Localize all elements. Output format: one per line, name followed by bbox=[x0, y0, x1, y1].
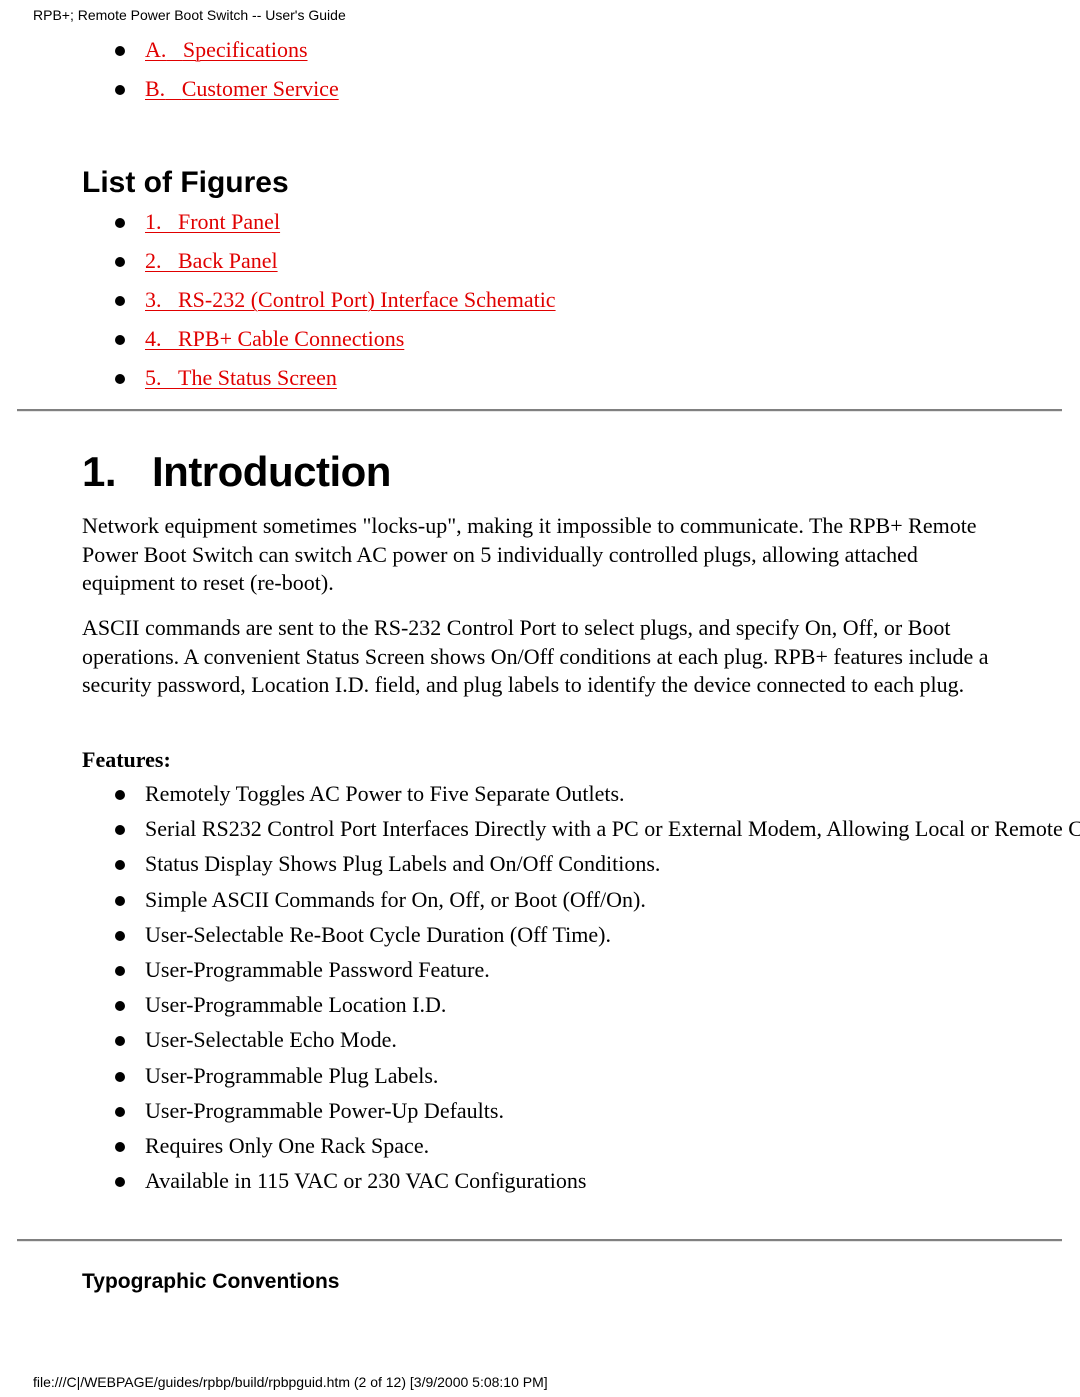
bullet-icon bbox=[115, 825, 125, 836]
link-figure-cable-connections[interactable]: 4. RPB+ Cable Connections bbox=[145, 326, 404, 351]
chapter-title-text: Introduction bbox=[152, 448, 391, 495]
bullet-icon bbox=[115, 895, 125, 906]
link-figure-status-screen[interactable]: 5. The Status Screen bbox=[145, 365, 337, 390]
bullet-icon bbox=[115, 85, 125, 95]
link-specifications[interactable]: A. Specifications bbox=[145, 37, 308, 62]
list-of-figures-heading: List of Figures bbox=[82, 166, 289, 199]
feature-item: User-Programmable Password Feature. bbox=[115, 956, 945, 984]
bullet-icon bbox=[115, 860, 125, 871]
link-figure-front-panel[interactable]: 1. Front Panel bbox=[145, 209, 280, 234]
bullet-icon bbox=[115, 930, 125, 941]
intro-paragraph: Network equipment sometimes "locks-up", … bbox=[82, 513, 977, 595]
feature-text: Available in 115 VAC or 230 VAC Configur… bbox=[145, 1168, 587, 1194]
link-number: 4. bbox=[145, 326, 162, 351]
feature-text: User-Programmable Power-Up Defaults. bbox=[145, 1097, 504, 1123]
appendix-links: A. Specifications B. Customer Service bbox=[115, 36, 339, 114]
link-figure-back-panel[interactable]: 2. Back Panel bbox=[145, 248, 278, 273]
link-number: 3. bbox=[145, 287, 162, 312]
horizontal-divider bbox=[17, 409, 1062, 412]
feature-item: Remotely Toggles AC Power to Five Separa… bbox=[115, 780, 945, 808]
bullet-icon bbox=[115, 1141, 125, 1152]
feature-text: User-Programmable Password Feature. bbox=[145, 956, 490, 982]
feature-item: Serial RS232 Control Port Interfaces Dir… bbox=[115, 815, 1080, 843]
horizontal-divider bbox=[17, 1239, 1062, 1242]
bullet-icon bbox=[115, 1177, 125, 1188]
link-label: RS-232 (Control Port) Interface Schemati… bbox=[178, 287, 556, 312]
bullet-icon bbox=[115, 335, 125, 345]
feature-item: Available in 115 VAC or 230 VAC Configur… bbox=[115, 1167, 945, 1195]
link-number: 5. bbox=[145, 365, 162, 390]
bullet-icon bbox=[115, 1106, 125, 1117]
bullet-icon bbox=[115, 46, 125, 56]
bullet-icon bbox=[115, 257, 125, 267]
intro-paragraph: ASCII commands are sent to the RS-232 Co… bbox=[82, 615, 989, 697]
chapter-title: 1. Introduction bbox=[82, 446, 391, 498]
features-list: Remotely Toggles AC Power to Five Separa… bbox=[115, 780, 1080, 1202]
link-label: RPB+ Cable Connections bbox=[178, 326, 405, 351]
bullet-icon bbox=[115, 1036, 125, 1047]
bullet-icon bbox=[115, 374, 125, 384]
link-customer-service[interactable]: B. Customer Service bbox=[145, 76, 339, 101]
feature-item: Requires Only One Rack Space. bbox=[115, 1132, 945, 1160]
bullet-icon bbox=[115, 790, 125, 800]
link-label: Specifications bbox=[182, 37, 308, 62]
feature-item: User-Programmable Power-Up Defaults. bbox=[115, 1097, 945, 1125]
features-label: Features: bbox=[82, 747, 171, 772]
chapter-number: 1. bbox=[82, 448, 117, 495]
print-footer: file:///C|/WEBPAGE/guides/rpbp/build/rpb… bbox=[33, 1374, 548, 1390]
link-number: 1. bbox=[145, 209, 162, 234]
bullet-icon bbox=[115, 1071, 125, 1082]
figure-item: 2. Back Panel bbox=[115, 247, 556, 275]
bullet-icon bbox=[115, 218, 125, 228]
feature-item: User-Selectable Echo Mode. bbox=[115, 1026, 945, 1054]
figure-item: 5. The Status Screen bbox=[115, 364, 556, 392]
feature-text: User-Programmable Location I.D. bbox=[145, 992, 447, 1018]
feature-item: Simple ASCII Commands for On, Off, or Bo… bbox=[115, 886, 945, 914]
feature-item: User-Programmable Location I.D. bbox=[115, 991, 945, 1019]
link-label: Customer Service bbox=[181, 76, 339, 101]
link-label: Back Panel bbox=[178, 248, 278, 273]
link-number: 2. bbox=[145, 248, 162, 273]
feature-item: User-Selectable Re-Boot Cycle Duration (… bbox=[115, 921, 945, 949]
appendix-item: A. Specifications bbox=[115, 36, 339, 64]
feature-text: User-Selectable Echo Mode. bbox=[145, 1027, 397, 1053]
feature-item: User-Programmable Plug Labels. bbox=[115, 1062, 945, 1090]
feature-text: Status Display Shows Plug Labels and On/… bbox=[145, 851, 661, 877]
appendix-item: B. Customer Service bbox=[115, 75, 339, 103]
figure-item: 1. Front Panel bbox=[115, 208, 556, 236]
feature-text: Requires Only One Rack Space. bbox=[145, 1132, 430, 1158]
feature-text: User-Selectable Re-Boot Cycle Duration (… bbox=[145, 921, 611, 947]
bullet-icon bbox=[115, 296, 125, 306]
list-of-figures: 1. Front Panel 2. Back Panel 3. RS-232 (… bbox=[115, 208, 556, 403]
link-label: Front Panel bbox=[178, 209, 281, 234]
link-number: B. bbox=[145, 76, 166, 101]
link-figure-rs232-schematic[interactable]: 3. RS-232 (Control Port) Interface Schem… bbox=[145, 287, 556, 312]
link-label: The Status Screen bbox=[178, 365, 337, 390]
bullet-icon bbox=[115, 1001, 125, 1012]
figure-item: 3. RS-232 (Control Port) Interface Schem… bbox=[115, 286, 556, 314]
feature-text: Serial RS232 Control Port Interfaces Dir… bbox=[145, 816, 1080, 842]
typographic-conventions-heading: Typographic Conventions bbox=[82, 1270, 340, 1293]
bullet-icon bbox=[115, 965, 125, 976]
feature-text: Remotely Toggles AC Power to Five Separa… bbox=[145, 781, 625, 806]
feature-text: Simple ASCII Commands for On, Off, or Bo… bbox=[145, 886, 646, 912]
figure-item: 4. RPB+ Cable Connections bbox=[115, 325, 556, 353]
feature-item: Status Display Shows Plug Labels and On/… bbox=[115, 850, 945, 878]
print-header: RPB+; Remote Power Boot Switch -- User's… bbox=[33, 7, 346, 23]
feature-text: User-Programmable Plug Labels. bbox=[145, 1062, 439, 1088]
link-number: A. bbox=[145, 37, 167, 62]
